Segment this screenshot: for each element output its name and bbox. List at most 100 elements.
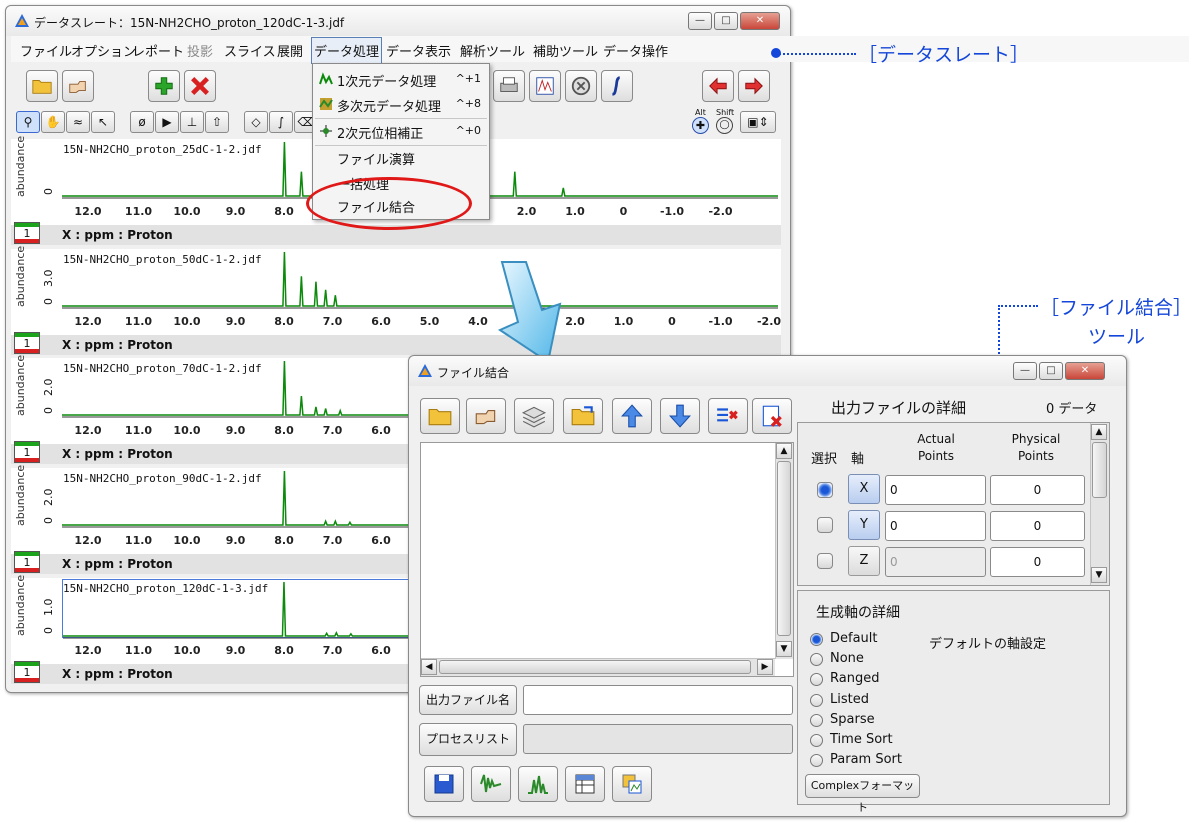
peak-tool-button[interactable]: ≈ (66, 111, 90, 133)
axis-x-physical-input[interactable]: 0 (990, 475, 1085, 505)
process-list-button[interactable]: プロセスリスト (419, 723, 517, 756)
fj-move-up-button[interactable] (612, 398, 652, 434)
menu-item-2d-phase-correction[interactable]: 2次元位相補正 ^+0 (313, 119, 489, 144)
scroll-up-arrow[interactable]: ▲ (1091, 424, 1107, 440)
cursor-tool-button[interactable]: ▶ (155, 111, 179, 133)
scroll-right-arrow[interactable]: ▶ (757, 659, 773, 675)
panel-number-badge[interactable]: 1 (14, 332, 40, 354)
copy-view-button[interactable] (612, 766, 652, 802)
baseline-tool-button[interactable]: ⊥ (180, 111, 204, 133)
fj-move-down-button[interactable] (660, 398, 700, 434)
menu-analysis-tools[interactable]: 解析ツール (460, 41, 525, 60)
display-mode-button[interactable]: ▣⇕ (740, 111, 776, 133)
level-tool-button[interactable]: ⇧ (205, 111, 229, 133)
axis-x-button[interactable]: X (848, 474, 880, 504)
hand-tool-button[interactable] (62, 70, 94, 102)
gen-axis-radio-listed[interactable] (810, 693, 823, 707)
gen-axis-radio-label: Default (830, 631, 878, 646)
open-folder-button[interactable] (26, 70, 58, 102)
menu-item-file-arithmetic[interactable]: ファイル演算 (313, 145, 489, 170)
scroll-down-arrow[interactable]: ▼ (776, 641, 792, 657)
menu-data-processing[interactable]: データ処理 (311, 37, 383, 64)
scroll-down-arrow[interactable]: ▼ (1091, 567, 1107, 583)
maximize-button[interactable]: □ (714, 12, 738, 30)
menu-report[interactable]: レポート (132, 41, 184, 60)
fj-open-folder-button[interactable] (563, 398, 603, 434)
file-list[interactable] (420, 442, 794, 677)
axis-y-actual-input[interactable]: 0 (885, 511, 986, 541)
menu-options[interactable]: オプション (71, 41, 136, 60)
gen-axis-radio-default[interactable] (810, 633, 823, 646)
menu-aux-tools[interactable]: 補助ツール (533, 41, 598, 60)
back-arrow-button[interactable] (702, 70, 734, 102)
shift-dial-icon[interactable]: ◯ (716, 117, 733, 134)
fj-open-button[interactable] (420, 398, 460, 434)
1d-view-button[interactable] (471, 766, 511, 802)
report-button[interactable] (529, 70, 561, 102)
x-tick-label: 10.0 (173, 424, 201, 437)
scroll-thumb[interactable] (777, 461, 791, 636)
menu-data-display[interactable]: データ表示 (386, 41, 451, 60)
panel-number-badge[interactable]: 1 (14, 222, 40, 244)
fj-clear-button[interactable] (752, 398, 792, 434)
close-button[interactable]: ✕ (740, 12, 780, 30)
axis-y-select[interactable] (817, 517, 833, 533)
axis-scroll-thumb[interactable] (1092, 442, 1107, 498)
close-button[interactable]: ✕ (1065, 362, 1105, 380)
main-titlebar: データスレート：15N-NH2CHO_proton_120dC-1-3.jdf … (6, 6, 790, 36)
gen-axis-radio-time-sort[interactable] (810, 734, 823, 747)
filejoin-pointer-line-h (998, 305, 1038, 307)
menu-file[interactable]: ファイル (20, 41, 72, 60)
print-button[interactable] (493, 70, 525, 102)
axis-x-select[interactable] (817, 482, 833, 498)
x-tick-label: 11.0 (124, 534, 153, 547)
fj-stack-button[interactable] (514, 398, 554, 434)
phase-tool-button[interactable]: ø (130, 111, 154, 133)
minimize-button[interactable]: — (688, 12, 712, 30)
main-window-title: データスレート：15N-NH2CHO_proton_120dC-1-3.jdf (34, 16, 345, 30)
scroll-left-arrow[interactable]: ◀ (421, 659, 437, 675)
complex-format-button[interactable]: Complexフォーマット (805, 774, 920, 814)
menu-item-1d-processing[interactable]: 1次元データ処理 ^+1 (313, 67, 489, 92)
zoom-tool-button[interactable]: ⚲ (16, 111, 40, 133)
forward-arrow-button[interactable] (738, 70, 770, 102)
gen-axis-radio-sparse[interactable] (810, 713, 823, 727)
axis-z-actual-input: 0 (885, 547, 986, 577)
x-tick-label: 8.0 (274, 534, 294, 547)
panel-number-badge[interactable]: 1 (14, 441, 40, 463)
menu-data-operation[interactable]: データ操作 (603, 41, 668, 60)
axis-z-physical-input[interactable]: 0 (990, 547, 1085, 577)
menu-item-nd-processing[interactable]: 多次元データ処理 ^+8 (313, 92, 489, 117)
output-file-name-button[interactable]: 出力ファイル名 (419, 685, 517, 715)
pointer-tool-button[interactable]: ↖ (91, 111, 115, 133)
axis-z-select[interactable] (817, 553, 833, 569)
delete-button[interactable] (184, 70, 216, 102)
spectrum-view-button[interactable] (518, 766, 558, 802)
panel-number-badge[interactable]: 1 (14, 661, 40, 683)
save-button[interactable] (424, 766, 464, 802)
fj-hand-button[interactable] (466, 398, 506, 434)
scroll-up-arrow[interactable]: ▲ (776, 443, 792, 459)
menu-slice[interactable]: スライス (224, 41, 276, 60)
maximize-button[interactable]: □ (1039, 362, 1063, 380)
axis-y-button[interactable]: Y (848, 510, 880, 540)
add-button[interactable] (148, 70, 180, 102)
menu-expand[interactable]: 展開 (277, 41, 303, 60)
output-file-name-input[interactable] (523, 685, 793, 715)
axis-x-actual-input[interactable]: 0 (885, 475, 986, 505)
diamond-tool-button[interactable]: ◇ (244, 111, 268, 133)
pan-tool-button[interactable]: ✋ (41, 111, 65, 133)
axis-y-physical-input[interactable]: 0 (990, 511, 1085, 541)
panel-number-badge[interactable]: 1 (14, 551, 40, 573)
x-tick-label: 2.0 (516, 205, 537, 218)
minimize-button[interactable]: — (1013, 362, 1037, 380)
integral-tool-button[interactable]: ∫ (269, 111, 293, 133)
y-tick-label: 0 (42, 517, 55, 524)
table-view-button[interactable] (565, 766, 605, 802)
alt-crosshair-icon[interactable]: ✚ (692, 117, 709, 134)
axis-z-button[interactable]: Z (848, 546, 880, 576)
stop-button[interactable] (565, 70, 597, 102)
integral-button[interactable] (601, 70, 633, 102)
hscroll-thumb[interactable] (439, 660, 751, 674)
fj-remove-button[interactable] (708, 398, 748, 434)
